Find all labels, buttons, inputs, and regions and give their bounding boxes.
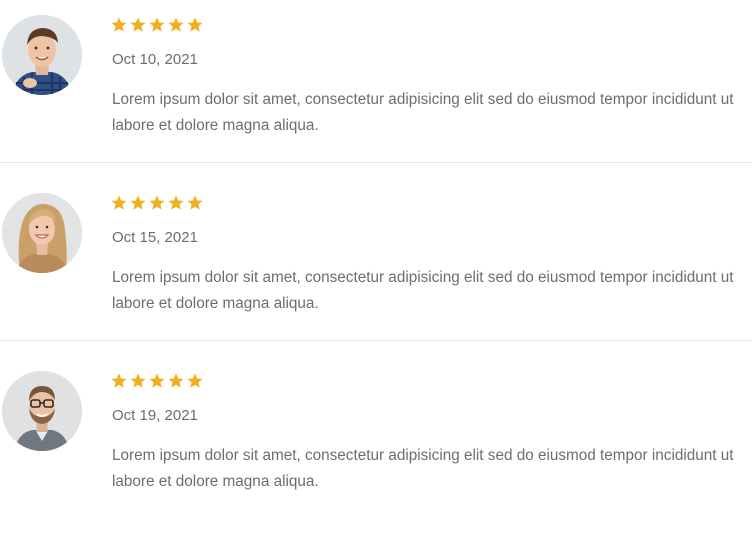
review-item: Oct 10, 2021 Lorem ipsum dolor sit amet,… bbox=[0, 0, 752, 178]
divider bbox=[0, 340, 752, 341]
review-text: Lorem ipsum dolor sit amet, consectetur … bbox=[112, 269, 734, 312]
star-icon bbox=[111, 195, 127, 210]
avatar-man-glasses-icon bbox=[2, 371, 82, 451]
review-item: Oct 15, 2021 Lorem ipsum dolor sit amet,… bbox=[0, 178, 752, 356]
star-icon bbox=[149, 17, 165, 32]
star-icon bbox=[168, 17, 184, 32]
divider bbox=[0, 162, 752, 163]
review-list: Oct 10, 2021 Lorem ipsum dolor sit amet,… bbox=[0, 0, 752, 524]
avatar bbox=[2, 15, 82, 95]
star-icon bbox=[168, 373, 184, 388]
review-date: Oct 19, 2021 bbox=[112, 407, 198, 424]
star-icon bbox=[111, 373, 127, 388]
review-text: Lorem ipsum dolor sit amet, consectetur … bbox=[112, 447, 734, 490]
avatar-woman-blonde-icon bbox=[2, 193, 82, 273]
review-text: Lorem ipsum dolor sit amet, consectetur … bbox=[112, 91, 734, 134]
star-icon bbox=[130, 195, 146, 210]
avatar bbox=[2, 371, 82, 451]
star-icon bbox=[187, 17, 203, 32]
star-icon bbox=[111, 17, 127, 32]
review-date: Oct 10, 2021 bbox=[112, 51, 198, 68]
star-icon bbox=[187, 373, 203, 388]
star-rating bbox=[110, 16, 204, 36]
star-icon bbox=[130, 17, 146, 32]
review-date: Oct 15, 2021 bbox=[112, 229, 198, 246]
star-icon bbox=[149, 195, 165, 210]
star-rating bbox=[110, 372, 204, 392]
review-item: Oct 19, 2021 Lorem ipsum dolor sit amet,… bbox=[0, 356, 752, 534]
star-rating bbox=[110, 194, 204, 214]
star-icon bbox=[187, 195, 203, 210]
avatar-man-plaid-shirt-icon bbox=[2, 15, 82, 95]
star-icon bbox=[168, 195, 184, 210]
star-icon bbox=[130, 373, 146, 388]
avatar bbox=[2, 193, 82, 273]
star-icon bbox=[149, 373, 165, 388]
